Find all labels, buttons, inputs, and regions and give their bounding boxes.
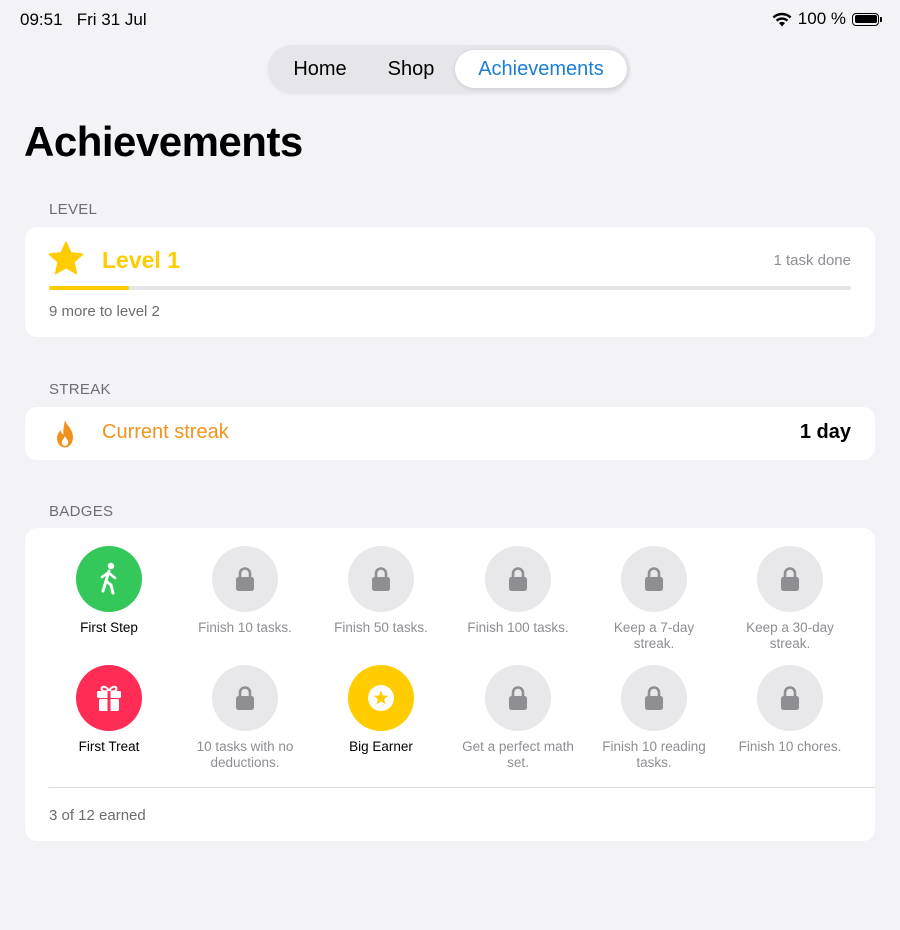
- streak-value: 1 day: [799, 421, 851, 443]
- clock-time: 09:51: [20, 10, 63, 29]
- lock-icon: [780, 685, 800, 711]
- battery-icon: [852, 12, 882, 26]
- badge-item[interactable]: Finish 100 tasks.: [450, 546, 586, 636]
- lock-icon: [235, 566, 255, 592]
- star-icon: [48, 241, 84, 275]
- badge-item[interactable]: Finish 10 chores.: [722, 665, 858, 755]
- badge-label: Finish 10 reading tasks.: [602, 739, 706, 770]
- badge-circle: [348, 665, 414, 731]
- badge-circle: [212, 546, 278, 612]
- badge-circle: [485, 665, 551, 731]
- badge-circle: [76, 546, 142, 612]
- badge-item[interactable]: Finish 50 tasks.: [313, 546, 449, 636]
- badges-card: First Step Finish 10 tasks. Finish 50 task…: [25, 528, 875, 841]
- page-title: Achievements: [24, 118, 303, 165]
- lock-icon: [644, 566, 664, 592]
- battery-percentage: 100 %: [797, 9, 846, 28]
- level-progress-bar: [49, 286, 851, 290]
- level-card: Level 1 1 task done 9 more to level 2: [25, 227, 875, 337]
- wifi-icon: [772, 12, 792, 26]
- status-indicators: 100 %: [772, 9, 882, 29]
- badges-earned-count: 3 of 12 earned: [49, 807, 146, 824]
- clock-date: Fri 31 Jul: [76, 10, 147, 29]
- badge-label: Finish 10 chores.: [738, 739, 842, 754]
- status-bar: 09:51 Fri 31 Jul 100 %: [0, 0, 900, 40]
- tab-achievements[interactable]: Achievements: [455, 50, 627, 88]
- tab-home[interactable]: Home: [280, 50, 360, 88]
- streak-label: Current streak: [102, 421, 229, 443]
- lock-icon: [235, 685, 255, 711]
- badge-label: Get a perfect math set.: [462, 739, 574, 770]
- badge-label: Finish 10 tasks.: [198, 620, 292, 635]
- streak-section-header: STREAK: [49, 381, 111, 398]
- badge-circle: [621, 665, 687, 731]
- badge-circle: [348, 546, 414, 612]
- badge-circle: [757, 665, 823, 731]
- badge-label: First Treat: [78, 739, 140, 754]
- level-remaining-text: 9 more to level 2: [49, 303, 160, 320]
- badges-section-header: BADGES: [49, 503, 114, 520]
- badge-item[interactable]: Get a perfect math set.: [450, 665, 586, 771]
- tab-shop[interactable]: Shop: [371, 50, 451, 88]
- badges-divider: [49, 787, 875, 788]
- badge-item[interactable]: First Step: [41, 546, 177, 636]
- badge-item[interactable]: Big Earner: [313, 665, 449, 755]
- gift-icon: [93, 682, 125, 714]
- badge-label: Big Earner: [349, 739, 413, 754]
- badge-label: Finish 100 tasks.: [467, 620, 569, 635]
- badge-label: Keep a 30-day streak.: [746, 620, 834, 651]
- walking-person-icon: [92, 561, 126, 597]
- streak-card: Current streak 1 day: [25, 407, 875, 460]
- badge-item[interactable]: Keep a 30-day streak.: [722, 546, 858, 652]
- lock-icon: [644, 685, 664, 711]
- level-progress-fill: [49, 286, 130, 290]
- tasks-done-count: 1 task done: [773, 252, 851, 269]
- flame-icon: [57, 420, 73, 448]
- badge-label: 10 tasks with no deductions.: [196, 739, 294, 770]
- level-title: Level 1: [102, 247, 180, 273]
- badge-item[interactable]: Finish 10 tasks.: [177, 546, 313, 636]
- star-coin-icon: [366, 683, 396, 713]
- badge-item[interactable]: 10 tasks with no deductions.: [177, 665, 313, 771]
- badge-circle: [485, 546, 551, 612]
- tab-bar: Home Shop Achievements: [268, 45, 630, 93]
- lock-icon: [780, 566, 800, 592]
- lock-icon: [371, 566, 391, 592]
- badge-circle: [757, 546, 823, 612]
- badge-circle: [212, 665, 278, 731]
- lock-icon: [508, 685, 528, 711]
- badge-item[interactable]: First Treat: [41, 665, 177, 755]
- level-section-header: LEVEL: [49, 201, 98, 218]
- status-time: 09:51 Fri 31 Jul: [20, 10, 147, 30]
- badge-circle: [621, 546, 687, 612]
- badge-label: Keep a 7-day streak.: [613, 620, 695, 651]
- badge-circle: [76, 665, 142, 731]
- badge-label: First Step: [80, 620, 138, 635]
- badge-item[interactable]: Finish 10 reading tasks.: [586, 665, 722, 771]
- badge-label: Finish 50 tasks.: [334, 620, 428, 635]
- badge-item[interactable]: Keep a 7-day streak.: [586, 546, 722, 652]
- lock-icon: [508, 566, 528, 592]
